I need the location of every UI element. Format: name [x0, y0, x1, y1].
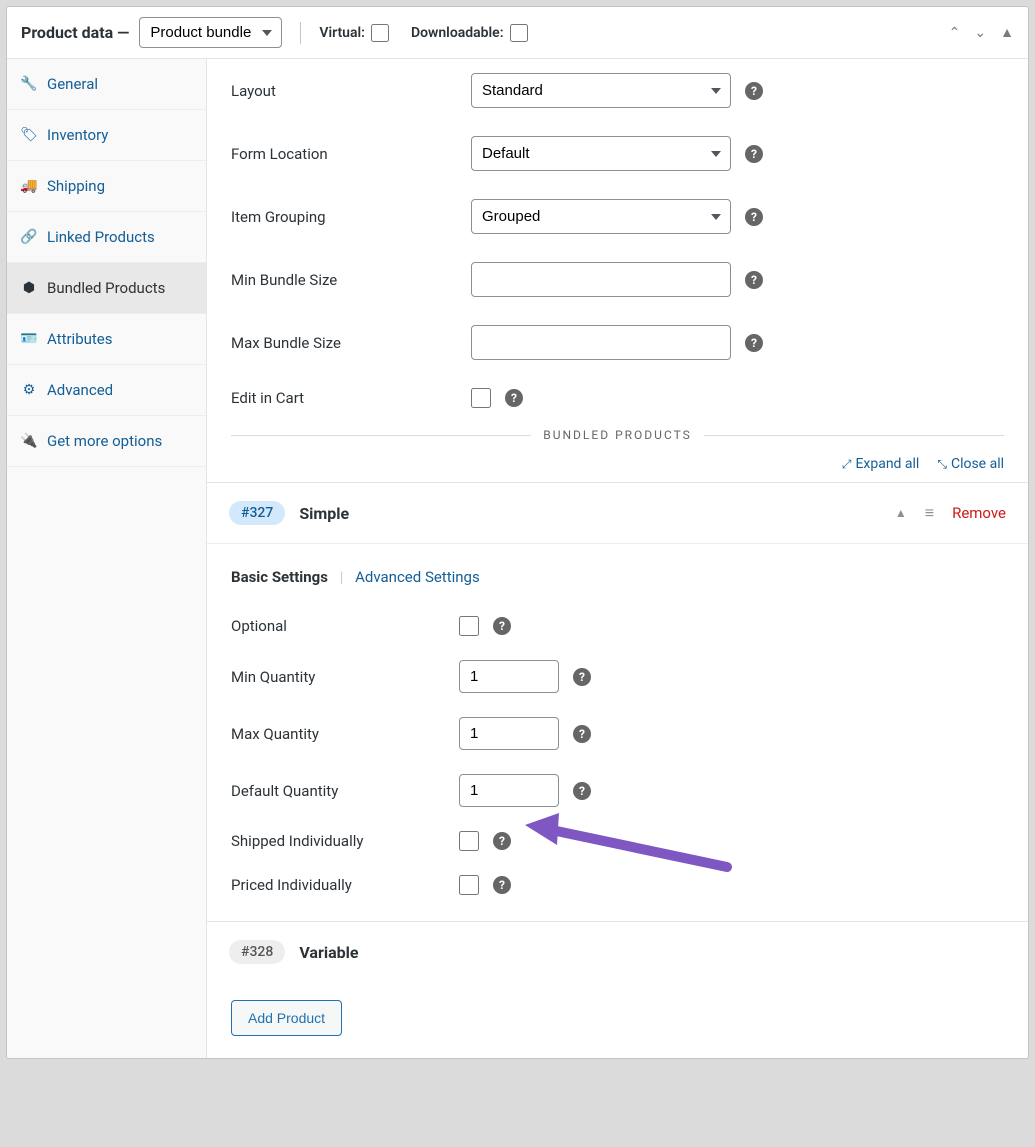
- priced-individually-label: Priced Individually: [231, 876, 447, 894]
- sidebar-item-general[interactable]: 🔧 General: [7, 59, 206, 110]
- priced-individually-checkbox[interactable]: [459, 875, 479, 895]
- sidebar-item-get-more[interactable]: 🔌 Get more options: [7, 416, 206, 467]
- plug-icon: 🔌: [21, 433, 37, 449]
- help-icon[interactable]: ?: [573, 782, 591, 800]
- max-bundle-label: Max Bundle Size: [231, 334, 459, 352]
- default-qty-input[interactable]: [459, 774, 559, 807]
- downloadable-checkbox[interactable]: [510, 24, 528, 42]
- layout-select[interactable]: Standard: [471, 73, 731, 108]
- bundled-item-header[interactable]: #328 Variable: [207, 922, 1028, 982]
- bundled-item: #327 Simple ▲ ≡ Remove Basic Settings | …: [207, 482, 1028, 921]
- item-title: Simple: [299, 504, 349, 523]
- sidebar-item-bundled-products[interactable]: ⬢ Bundled Products: [7, 263, 206, 314]
- item-grouping-select[interactable]: Grouped: [471, 199, 731, 234]
- help-icon[interactable]: ?: [745, 145, 763, 163]
- form-location-label: Form Location: [231, 145, 459, 163]
- sidebar-item-label: Advanced: [47, 381, 113, 399]
- help-icon[interactable]: ?: [493, 876, 511, 894]
- edit-in-cart-checkbox[interactable]: [471, 388, 491, 408]
- shipped-individually-checkbox[interactable]: [459, 831, 479, 851]
- section-divider: BUNDLED PRODUCTS: [231, 428, 1004, 442]
- shipped-individually-label: Shipped Individually: [231, 832, 447, 850]
- id-icon: 🪪: [21, 331, 37, 347]
- collapse-icon: ⤡: [937, 457, 947, 472]
- item-grouping-label: Item Grouping: [231, 208, 459, 226]
- add-product-button[interactable]: Add Product: [231, 1000, 342, 1036]
- expand-icon: ⤢: [842, 457, 852, 472]
- sidebar-item-attributes[interactable]: 🪪 Attributes: [7, 314, 206, 365]
- min-qty-label: Min Quantity: [231, 668, 447, 686]
- gear-icon: ⚙: [21, 382, 37, 398]
- close-all-link[interactable]: ⤡ Close all: [937, 456, 1004, 472]
- min-qty-input[interactable]: [459, 660, 559, 693]
- sidebar-item-advanced[interactable]: ⚙ Advanced: [7, 365, 206, 416]
- truck-icon: 🚚: [21, 178, 37, 194]
- help-icon[interactable]: ?: [493, 617, 511, 635]
- virtual-checkbox[interactable]: [371, 24, 389, 42]
- help-icon[interactable]: ?: [745, 271, 763, 289]
- bundled-item: #328 Variable: [207, 921, 1028, 982]
- triangle-up-icon[interactable]: ▲: [895, 506, 907, 520]
- main-content: Layout Standard ? Form Location Default: [207, 59, 1028, 1058]
- item-id-badge: #328: [229, 940, 285, 964]
- sidebar-item-label: Shipping: [47, 177, 105, 195]
- divider: [300, 22, 301, 44]
- link-icon: 🔗: [21, 229, 37, 245]
- bundled-item-header[interactable]: #327 Simple ▲ ≡ Remove: [207, 483, 1028, 543]
- optional-checkbox[interactable]: [459, 616, 479, 636]
- help-icon[interactable]: ?: [573, 725, 591, 743]
- min-bundle-label: Min Bundle Size: [231, 271, 459, 289]
- drag-handle-icon[interactable]: ≡: [925, 503, 934, 523]
- product-data-panel: Product data — Product bundle Virtual: D…: [6, 6, 1029, 1059]
- panel-header: Product data — Product bundle Virtual: D…: [7, 7, 1028, 59]
- max-qty-label: Max Quantity: [231, 725, 447, 743]
- sidebar-item-label: Bundled Products: [47, 279, 165, 297]
- sidebar-item-label: Attributes: [47, 330, 113, 348]
- max-bundle-input[interactable]: [471, 325, 731, 360]
- item-title: Variable: [299, 943, 358, 962]
- help-icon[interactable]: ?: [745, 334, 763, 352]
- help-icon[interactable]: ?: [573, 668, 591, 686]
- help-icon[interactable]: ?: [745, 82, 763, 100]
- panel-toggle-group: ⌃ ⌄ ▲: [949, 24, 1014, 41]
- product-type-select[interactable]: Product bundle: [139, 17, 282, 48]
- sidebar-item-inventory[interactable]: 🏷 Inventory: [7, 110, 206, 161]
- default-qty-label: Default Quantity: [231, 782, 447, 800]
- triangle-up-icon[interactable]: ▲: [1000, 24, 1014, 41]
- form-location-select[interactable]: Default: [471, 136, 731, 171]
- help-icon[interactable]: ?: [745, 208, 763, 226]
- sidebar-item-linked-products[interactable]: 🔗 Linked Products: [7, 212, 206, 263]
- tab-advanced[interactable]: Advanced Settings: [355, 568, 480, 586]
- layout-label: Layout: [231, 82, 459, 100]
- min-bundle-input[interactable]: [471, 262, 731, 297]
- tab-basic[interactable]: Basic Settings: [231, 568, 328, 586]
- wrench-icon: 🔧: [21, 76, 37, 92]
- help-icon[interactable]: ?: [505, 389, 523, 407]
- tag-icon: 🏷: [21, 127, 37, 143]
- chevron-down-icon[interactable]: ⌄: [974, 25, 986, 41]
- sidebar-item-label: Inventory: [47, 126, 108, 144]
- expand-all-link[interactable]: ⤢ Expand all: [842, 456, 920, 472]
- help-icon[interactable]: ?: [493, 832, 511, 850]
- edit-in-cart-label: Edit in Cart: [231, 389, 459, 407]
- item-id-badge: #327: [229, 501, 285, 525]
- section-title: BUNDLED PRODUCTS: [543, 428, 692, 442]
- downloadable-label: Downloadable:: [411, 24, 528, 42]
- sidebar-item-label: Linked Products: [47, 228, 155, 246]
- hex-icon: ⬢: [21, 280, 37, 296]
- sidebar-item-label: Get more options: [47, 432, 162, 450]
- optional-label: Optional: [231, 617, 447, 635]
- sidebar-item-label: General: [47, 75, 98, 93]
- chevron-up-icon[interactable]: ⌃: [949, 25, 961, 41]
- sidebar: 🔧 General 🏷 Inventory 🚚 Shipping 🔗 Linke…: [7, 59, 207, 1058]
- bundled-item-content: Basic Settings | Advanced Settings Optio…: [207, 543, 1028, 921]
- settings-tabs: Basic Settings | Advanced Settings: [207, 562, 1028, 604]
- sidebar-item-shipping[interactable]: 🚚 Shipping: [7, 161, 206, 212]
- max-qty-input[interactable]: [459, 717, 559, 750]
- panel-title: Product data —: [21, 23, 129, 42]
- virtual-label: Virtual:: [319, 24, 389, 42]
- remove-link[interactable]: Remove: [952, 504, 1006, 522]
